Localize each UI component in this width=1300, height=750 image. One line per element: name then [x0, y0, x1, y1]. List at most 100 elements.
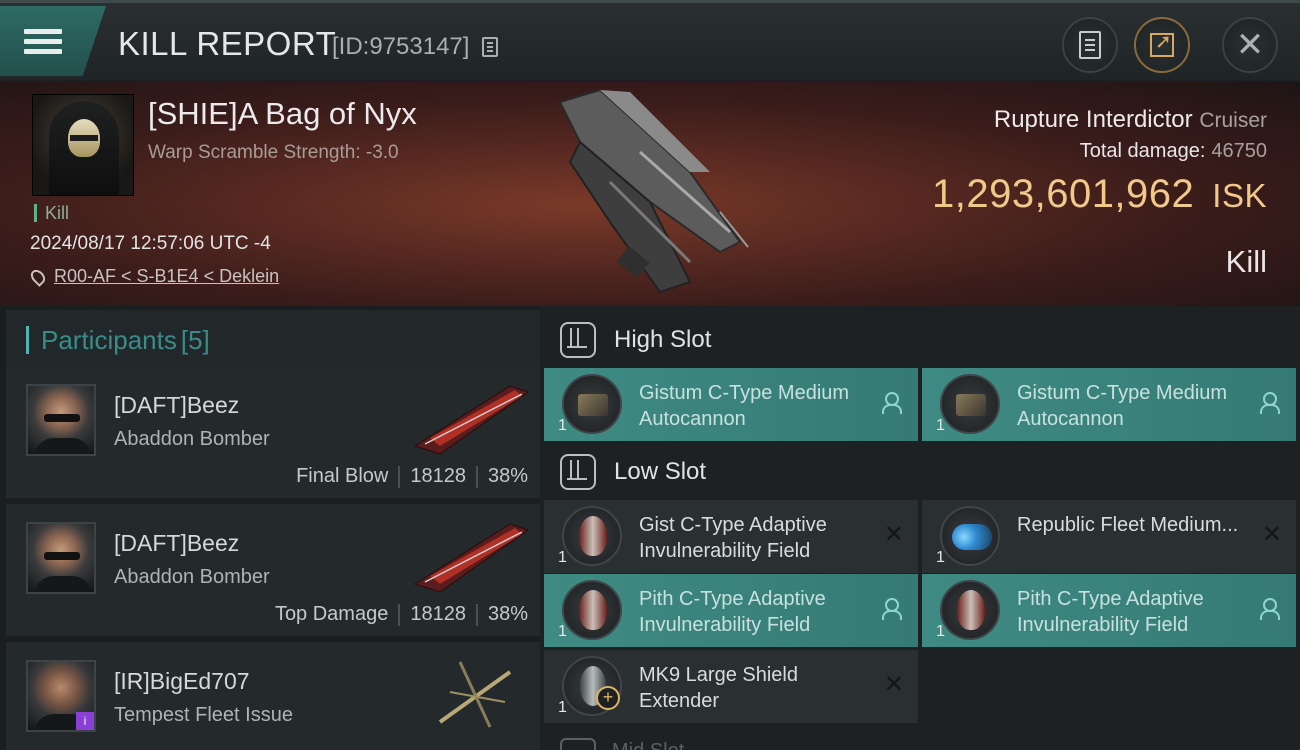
module-name: MK9 Large Shield Extender: [639, 664, 798, 712]
participant-row[interactable]: i [IR]BigEd707 Tempest Fleet Issue: [6, 642, 540, 750]
participant-percent: 38%: [487, 465, 528, 487]
participant-ship: Abaddon Bomber: [114, 428, 270, 450]
module-item[interactable]: + 1 MK9 Large Shield Extender ✕: [544, 650, 918, 723]
plus-badge-icon: +: [596, 686, 620, 710]
module-qty: 1: [936, 623, 945, 640]
total-damage-label: Total damage:: [1079, 140, 1206, 162]
participant-damage: 18128: [410, 465, 466, 487]
ship-name: Rupture Interdictor: [993, 106, 1193, 133]
participant-ship: Tempest Fleet Issue: [114, 704, 293, 726]
fitted-person-icon: [1260, 392, 1280, 414]
module-name: Pith C-Type Adaptive Invulnerability Fie…: [1017, 588, 1204, 636]
destroyed-x-icon: ✕: [883, 521, 904, 548]
copy-icon[interactable]: [482, 37, 498, 57]
participant-ship-image: [413, 523, 530, 593]
kill-timestamp: 2024/08/17 12:57:06 UTC -4: [30, 233, 271, 254]
module-name: Gistum C-Type Medium Autocannon: [1017, 382, 1228, 430]
mid-slot-label: Mid Slot: [612, 736, 684, 750]
fitting-panel: High Slot 1 Gistum C-Type Medium Autocan…: [540, 306, 1300, 750]
info-badge-icon: i: [76, 712, 94, 730]
victim-ship-type[interactable]: Rupture Interdictor Cruiser: [994, 106, 1267, 134]
module-qty: 1: [558, 417, 567, 434]
victim-portrait[interactable]: [32, 94, 134, 196]
avatar[interactable]: [26, 522, 96, 594]
module-qty: 1: [558, 699, 567, 716]
total-damage: Total damage: 46750: [1080, 140, 1267, 163]
shield-module-icon: [562, 506, 622, 566]
victim-ship-image: [558, 88, 749, 294]
module-qty: 1: [936, 549, 945, 566]
page-title: KILL REPORT: [118, 25, 337, 62]
isk-value: 1,293,601,962 ISK: [932, 172, 1267, 217]
participant-name: [IR]BigEd707: [114, 668, 250, 694]
participants-count: [5]: [180, 324, 210, 355]
ship-class: Cruiser: [1199, 109, 1267, 132]
module-qty: 1: [558, 549, 567, 566]
kill-tag: Kill: [34, 204, 69, 222]
participant-damage: 18128: [410, 603, 466, 625]
autocannon-icon: [562, 374, 622, 434]
participant-name: [DAFT]Beez: [114, 530, 240, 556]
mid-slot-icon: [560, 738, 596, 750]
fitted-person-icon: [882, 598, 902, 620]
module-item[interactable]: 1 Pith C-Type Adaptive Invulnerability F…: [544, 574, 918, 647]
victim-banner: [SHIE]A Bag of Nyx Warp Scramble Strengt…: [0, 82, 1300, 306]
avatar[interactable]: i: [26, 660, 96, 732]
destroyed-x-icon: ✕: [1261, 521, 1282, 548]
fitted-person-icon: [882, 392, 902, 414]
report-id: [ID:9753147]: [332, 33, 470, 60]
high-slot-header: High Slot: [544, 310, 1300, 370]
module-qty: 1: [558, 623, 567, 640]
module-name: Pith C-Type Adaptive Invulnerability Fie…: [639, 588, 826, 636]
module-item[interactable]: 1 Gist C-Type Adaptive Invulnerability F…: [544, 500, 918, 573]
victim-name[interactable]: [SHIE]A Bag of Nyx: [148, 96, 417, 132]
participant-row[interactable]: [DAFT]Beez Abaddon Bomber Final Blow 181…: [6, 366, 540, 500]
shield-module-icon: [940, 580, 1000, 640]
document-icon: [1079, 31, 1101, 59]
participant-stats: Final Blow 18128 38%: [296, 465, 528, 488]
high-slot-icon: [560, 322, 596, 358]
fitted-person-icon: [1260, 598, 1280, 620]
module-item[interactable]: 1 Republic Fleet Medium... ✕: [922, 500, 1296, 573]
close-button[interactable]: ✕: [1222, 17, 1278, 73]
low-slot-icon: [560, 454, 596, 490]
log-button[interactable]: [1062, 17, 1118, 73]
low-slot-label: Low Slot: [614, 458, 707, 485]
low-slot-header: Low Slot: [544, 442, 1300, 502]
avatar[interactable]: [26, 384, 96, 456]
location-text[interactable]: R00-AF < S-B1E4 < Deklein: [54, 266, 279, 287]
participant-ship-image: [413, 385, 530, 455]
module-item[interactable]: 1 Pith C-Type Adaptive Invulnerability F…: [922, 574, 1296, 647]
module-name: Gistum C-Type Medium Autocannon: [639, 382, 850, 430]
participant-stats: Top Damage 18128 38%: [275, 603, 528, 626]
module-item[interactable]: 1 Gistum C-Type Medium Autocannon: [544, 368, 918, 441]
participants-header[interactable]: Participants [5]: [6, 310, 540, 370]
kill-result: Kill: [1225, 244, 1267, 279]
participant-role: Top Damage: [274, 603, 389, 625]
hamburger-icon: [24, 24, 62, 59]
participant-name: [DAFT]Beez: [114, 392, 240, 418]
participant-row[interactable]: [DAFT]Beez Abaddon Bomber Top Damage 181…: [6, 504, 540, 638]
menu-button[interactable]: [0, 6, 106, 76]
participants-panel: Participants [5] [DAFT]Beez Abaddon Bomb…: [0, 306, 540, 750]
total-damage-value: 46750: [1211, 140, 1267, 162]
high-slot-label: High Slot: [614, 326, 712, 353]
share-icon: [1150, 29, 1174, 57]
location-pin-icon: [28, 266, 48, 287]
share-button[interactable]: [1134, 17, 1190, 73]
warp-scramble-strength: Warp Scramble Strength: -3.0: [148, 142, 399, 163]
participant-percent: 38%: [487, 603, 528, 625]
shield-module-icon: [562, 580, 622, 640]
participant-ship: Abaddon Bomber: [114, 566, 270, 588]
module-item[interactable]: 1 Gistum C-Type Medium Autocannon: [922, 368, 1296, 441]
module-name: Gist C-Type Adaptive Invulnerability Fie…: [639, 514, 827, 562]
participants-label: Participants: [41, 324, 177, 355]
plasma-module-icon: [940, 506, 1000, 566]
top-bar: KILL REPORT [ID:9753147] ✕: [0, 0, 1300, 80]
location-link[interactable]: R00-AF < S-B1E4 < Deklein: [28, 266, 279, 287]
isk-amount: 1,293,601,962: [931, 172, 1195, 216]
close-icon: ✕: [1235, 25, 1265, 65]
participant-ship-image: [438, 661, 512, 728]
isk-unit: ISK: [1212, 177, 1267, 214]
participant-role: Final Blow: [296, 465, 389, 487]
